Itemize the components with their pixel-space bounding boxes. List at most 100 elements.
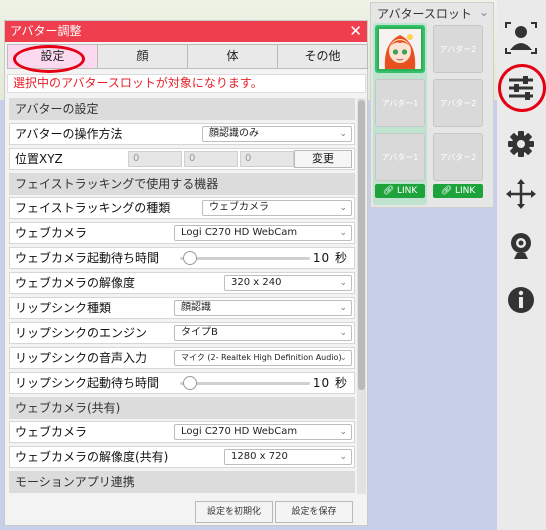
webcam-value: Logi C270 HD WebCam	[181, 227, 298, 238]
section-avatar: アバターの設定	[9, 98, 355, 120]
webcam-wait-label: ウェブカメラ起動待ち時間	[15, 251, 160, 265]
ft-type-select[interactable]: ウェブカメラ ⌄	[202, 200, 352, 216]
ft-type-label: フェイストラッキングの種類	[15, 201, 171, 215]
lip-engine-select[interactable]: タイプB ⌄	[174, 325, 352, 341]
webcam-resolution-select[interactable]: 320 x 240 ⌄	[224, 275, 352, 291]
link-button-1[interactable]: 🔗︎ LINK	[375, 184, 425, 198]
tab-other[interactable]: その他	[277, 44, 368, 69]
avatar-adjust-window: アバター調整 ✕ 設定 顔 体 その他 選択中のアバタースロットが対象になります…	[4, 20, 368, 526]
chevron-down-icon: ⌄	[339, 278, 347, 288]
lip-type-value: 顔認識	[181, 302, 211, 313]
tab-face[interactable]: 顔	[97, 44, 188, 69]
info-icon[interactable]	[503, 282, 539, 318]
lip-wait-slider[interactable]	[180, 382, 310, 385]
settings-form: アバターの設定 アバターの操作方法 顔認識のみ ⌄ 位置XYZ 0 0 0 変更…	[9, 98, 355, 494]
webcam-label: ウェブカメラ	[15, 226, 88, 240]
chevron-down-icon[interactable]: ⌄	[479, 5, 489, 19]
lip-input-label: リップシンクの音声入力	[15, 351, 148, 365]
avatar-slot-2[interactable]: アバター2	[433, 79, 483, 127]
avatar-slot-1-active[interactable]	[375, 25, 425, 73]
link-icon: 🔗︎	[382, 186, 395, 196]
sliders-icon[interactable]	[503, 70, 539, 106]
row-lip-type: リップシンク種類 顔認識 ⌄	[9, 297, 355, 319]
avatar-slot-panel: アバタースロット ⌄ アバター1 アバター1 🔗︎ LINK アバター2 アバタ…	[370, 2, 494, 208]
link-button-2[interactable]: 🔗︎ LINK	[433, 184, 483, 198]
lip-input-select[interactable]: マイク (2- Realtek High Definition Audio) ⌄	[174, 350, 352, 366]
row-lip-wait: リップシンク起動待ち時間 10 秒	[9, 372, 355, 394]
reset-settings-button[interactable]: 設定を初期化	[195, 501, 273, 523]
tab-settings[interactable]: 設定	[7, 44, 98, 69]
shared-resolution-label: ウェブカメラの解像度(共有)	[15, 450, 169, 464]
chevron-down-icon: ⌄	[339, 427, 347, 437]
lip-wait-label: リップシンク起動待ち時間	[15, 376, 160, 390]
move-icon[interactable]	[503, 176, 539, 212]
lip-engine-value: タイプB	[181, 327, 218, 338]
webcam-wait-slider-handle[interactable]	[183, 251, 198, 265]
row-ft-type: フェイストラッキングの種類 ウェブカメラ ⌄	[9, 197, 355, 219]
close-icon[interactable]: ✕	[349, 21, 362, 42]
chevron-down-icon: ⌄	[339, 353, 347, 363]
lip-engine-label: リップシンクのエンジン	[15, 326, 148, 340]
op-method-select[interactable]: 顔認識のみ ⌄	[202, 126, 352, 142]
tab-body[interactable]: 体	[187, 44, 278, 69]
shared-resolution-select[interactable]: 1280 x 720 ⌄	[224, 449, 352, 465]
avatar-slot-2[interactable]: アバター2	[433, 133, 483, 181]
avatar-slot-1[interactable]: アバター1	[375, 133, 425, 181]
webcam-wait-slider[interactable]	[180, 257, 310, 260]
chevron-down-icon: ⌄	[339, 303, 347, 313]
row-webcam-wait: ウェブカメラ起動待ち時間 10 秒	[9, 247, 355, 269]
lip-type-label: リップシンク種類	[15, 301, 112, 315]
avatar-slot-2[interactable]: アバター2	[433, 25, 483, 73]
row-op-method: アバターの操作方法 顔認識のみ ⌄	[9, 123, 355, 145]
section-motion-app: モーションアプリ連携	[9, 471, 355, 493]
lip-wait-value: 10 秒	[312, 376, 348, 390]
chevron-down-icon: ⌄	[339, 328, 347, 338]
row-webcam-resolution: ウェブカメラの解像度 320 x 240 ⌄	[9, 272, 355, 294]
chevron-down-icon: ⌄	[339, 452, 347, 462]
position-change-button[interactable]: 変更	[294, 150, 352, 168]
shared-webcam-label: ウェブカメラ	[15, 425, 88, 439]
op-method-value: 顔認識のみ	[209, 128, 259, 139]
position-label: 位置XYZ	[15, 152, 63, 166]
webcam-wait-value: 10 秒	[312, 251, 348, 265]
window-titlebar[interactable]: アバター調整 ✕	[5, 21, 367, 42]
chevron-down-icon: ⌄	[339, 203, 347, 213]
section-webcam-shared: ウェブカメラ(共有)	[9, 397, 355, 419]
section-face-tracking: フェイストラッキングで使用する機器	[9, 173, 355, 195]
row-shared-webcam: ウェブカメラ Logi C270 HD WebCam ⌄	[9, 421, 355, 443]
shared-resolution-value: 1280 x 720	[231, 451, 288, 462]
position-z-field[interactable]: 0	[240, 151, 294, 167]
webcam-resolution-value: 320 x 240	[231, 277, 282, 288]
row-shared-resolution: ウェブカメラの解像度(共有) 1280 x 720 ⌄	[9, 446, 355, 468]
chevron-down-icon: ⌄	[339, 228, 347, 238]
chevron-down-icon: ⌄	[339, 129, 347, 139]
avatar-slot-title: アバタースロット	[377, 7, 472, 21]
row-lip-engine: リップシンクのエンジン タイプB ⌄	[9, 322, 355, 344]
webcam-resolution-label: ウェブカメラの解像度	[15, 276, 136, 290]
person-icon[interactable]	[503, 20, 539, 56]
form-scrollbar[interactable]	[357, 98, 366, 494]
row-position: 位置XYZ 0 0 0 変更	[9, 148, 355, 170]
avatar-thumbnail	[379, 29, 421, 69]
row-lip-input: リップシンクの音声入力 マイク (2- Realtek High Definit…	[9, 347, 355, 369]
scrollbar-thumb[interactable]	[358, 100, 365, 390]
position-y-field[interactable]: 0	[184, 151, 238, 167]
save-settings-button[interactable]: 設定を保存	[275, 501, 353, 523]
window-title: アバター調整	[10, 24, 82, 38]
webcam-select[interactable]: Logi C270 HD WebCam ⌄	[174, 225, 352, 241]
ft-type-value: ウェブカメラ	[209, 202, 269, 213]
avatar-slot-1[interactable]: アバター1	[375, 79, 425, 127]
shared-webcam-value: Logi C270 HD WebCam	[181, 426, 298, 437]
notice-text: 選択中のアバタースロットが対象になります。	[7, 74, 366, 93]
shared-webcam-select[interactable]: Logi C270 HD WebCam ⌄	[174, 424, 352, 440]
row-webcam: ウェブカメラ Logi C270 HD WebCam ⌄	[9, 222, 355, 244]
lip-wait-slider-handle[interactable]	[183, 376, 198, 390]
lip-input-value: マイク (2- Realtek High Definition Audio)	[181, 353, 342, 362]
link-label: LINK	[455, 186, 476, 196]
gear-icon[interactable]	[503, 126, 539, 162]
webcam-icon[interactable]	[503, 228, 539, 264]
position-x-field[interactable]: 0	[128, 151, 182, 167]
right-toolbar	[497, 0, 546, 530]
link-icon: 🔗︎	[440, 186, 453, 196]
lip-type-select[interactable]: 顔認識 ⌄	[174, 300, 352, 316]
